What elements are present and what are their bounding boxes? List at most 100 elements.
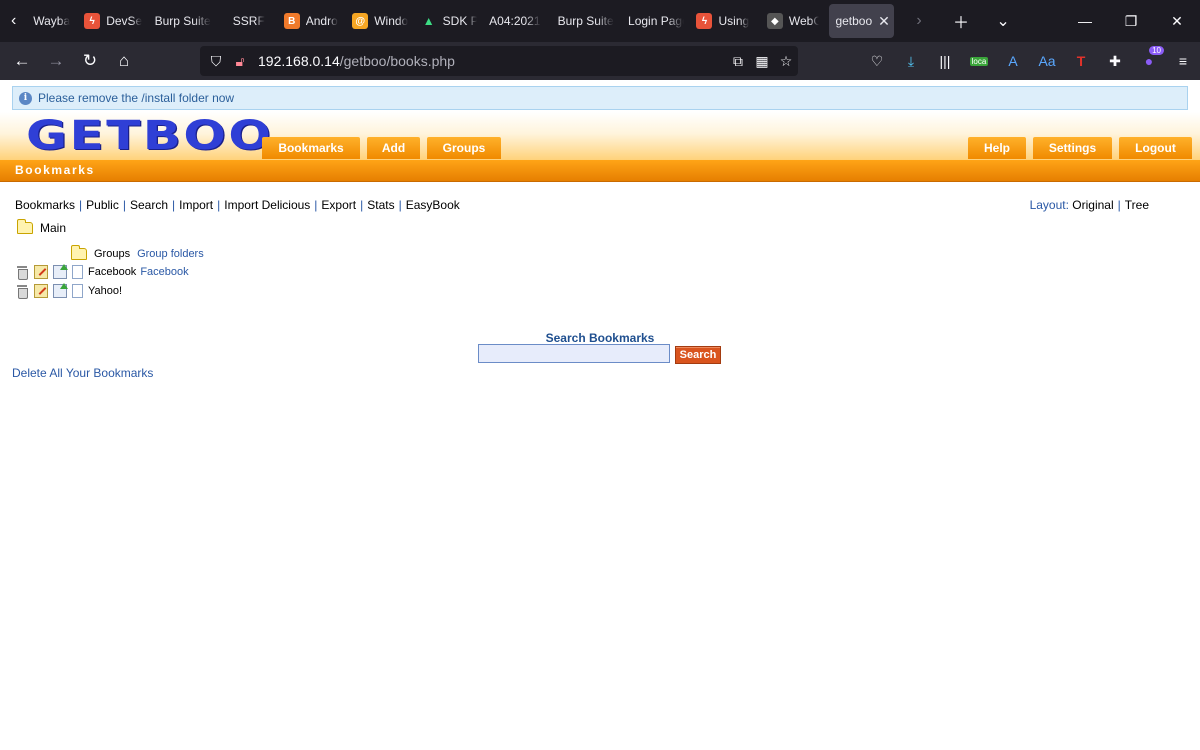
tab-label: Wayba	[33, 14, 71, 28]
bookmark-star-icon[interactable]: ☆	[774, 49, 798, 73]
menu-public-link[interactable]: Public	[86, 198, 119, 212]
tab-label: WebG	[788, 14, 820, 28]
close-window-icon[interactable]: ✕	[1154, 0, 1200, 42]
layout-original-link[interactable]: Original	[1072, 198, 1113, 212]
browser-tab[interactable]: ▲ SDK P	[415, 4, 483, 38]
logout-button[interactable]: Logout	[1119, 137, 1192, 159]
folder-icon	[71, 245, 87, 260]
move-icon[interactable]	[53, 283, 68, 298]
nav-label: Logout	[1135, 141, 1176, 155]
tab-label: DevSe	[106, 14, 143, 28]
layout-label: Layout:	[1029, 198, 1069, 212]
menu-import-link[interactable]: Import	[179, 198, 213, 212]
browser-tab[interactable]: B Andro	[278, 4, 346, 38]
section-title: Bookmarks	[15, 163, 95, 177]
main-folder-label: Main	[40, 221, 67, 235]
folder-icon	[17, 219, 33, 234]
new-tab-icon[interactable]: ＋	[940, 0, 982, 42]
help-button[interactable]: Help	[968, 137, 1026, 159]
delete-icon[interactable]	[15, 284, 29, 299]
menu-export-link[interactable]: Export	[321, 198, 356, 212]
restore-icon[interactable]: ❐	[1108, 0, 1154, 42]
add-nav-button[interactable]: Add	[367, 137, 420, 159]
search-title: Search Bookmarks	[545, 331, 655, 345]
minimize-icon[interactable]: —	[1062, 0, 1108, 42]
tab-label: Burp Suite	[154, 14, 211, 28]
qr-code-icon[interactable]: ▦	[750, 49, 774, 73]
section-bar: Bookmarks	[0, 160, 1200, 182]
nav-label: Settings	[1048, 141, 1097, 155]
downloads-icon[interactable]: ⤓	[894, 44, 928, 78]
browser-tab[interactable]: SSRF	[227, 4, 278, 38]
close-tab-icon[interactable]: ✕	[878, 13, 890, 30]
reload-icon[interactable]: ↻	[74, 45, 106, 77]
search-input[interactable]	[478, 344, 670, 363]
forward-icon[interactable]: →	[40, 45, 72, 77]
layout-tree-link[interactable]: Tree	[1125, 198, 1149, 212]
menu-stats-link[interactable]: Stats	[367, 198, 394, 212]
home-icon[interactable]: ⌂	[108, 45, 140, 77]
groups-folder-label: Groups	[94, 248, 131, 260]
shield-icon[interactable]: ⛉	[204, 49, 228, 73]
search-button[interactable]: Search	[675, 346, 721, 364]
browser-tab[interactable]: Burp Suite	[552, 4, 622, 38]
delete-all-bookmarks-link[interactable]: Delete All Your Bookmarks	[12, 366, 153, 380]
webgoat-icon: ◆	[766, 13, 783, 29]
settings-button[interactable]: Settings	[1033, 137, 1112, 159]
android-icon: ▲	[422, 14, 435, 28]
delete-icon[interactable]	[15, 265, 29, 280]
move-icon[interactable]	[53, 264, 68, 279]
url-path: /getboo/books.php	[339, 53, 455, 69]
menu-import-delicious-link[interactable]: Import Delicious	[224, 198, 310, 212]
bookmarks-nav-button[interactable]: Bookmarks	[262, 137, 360, 159]
insecure-lock-icon[interactable]: 🔓︎	[228, 49, 252, 73]
purple-extension-icon[interactable]: ● 10	[1132, 44, 1166, 78]
tab-label: Login Page	[628, 14, 685, 28]
site-header: GETBOO Bookmarks Add Groups Help Setting…	[0, 112, 1200, 160]
layout-switcher: Layout: Original | Tree	[1029, 198, 1149, 212]
nav-label: Groups	[442, 141, 486, 155]
translate-extension-icon[interactable]: A	[996, 44, 1030, 78]
url-bar[interactable]: ⛉ 🔓︎ 192.168.0.14/getboo/books.php ⧉ ▦ ☆	[200, 46, 798, 76]
tab-label: getboo	[835, 14, 873, 28]
t-extension-icon[interactable]: T	[1064, 44, 1098, 78]
language-extension-icon[interactable]: Aa	[1030, 44, 1064, 78]
tab-label: Andro	[305, 14, 338, 28]
bookmark-title[interactable]: Yahoo!	[88, 285, 122, 297]
pocket-icon[interactable]: ♡	[860, 44, 894, 78]
navigation-toolbar: ← → ↻ ⌂ ⛉ 🔓︎ 192.168.0.14/getboo/books.p…	[0, 42, 1200, 80]
tabs-scroll-right-icon[interactable]: ›	[898, 0, 940, 42]
browser-tab-active[interactable]: getboo ✕	[829, 4, 895, 38]
groups-nav-button[interactable]: Groups	[427, 137, 501, 159]
browser-tab[interactable]: A04:2021	[483, 4, 551, 38]
groups-folder[interactable]: Groups Group folders	[71, 245, 204, 260]
browser-tab[interactable]: @ Windo	[346, 4, 414, 38]
menu-search-link[interactable]: Search	[130, 198, 168, 212]
back-icon[interactable]: ←	[6, 45, 38, 77]
local-extension-label: loca	[969, 56, 989, 66]
bookmark-link[interactable]: Facebook	[140, 266, 188, 278]
extensions-icon[interactable]: ✚	[1098, 44, 1132, 78]
edit-icon[interactable]	[34, 284, 48, 298]
menu-icon[interactable]: ≡	[1166, 44, 1200, 78]
browser-tab[interactable]: Wayba	[27, 4, 78, 38]
browser-tab[interactable]: Burp Suite	[149, 4, 227, 38]
translate-icon[interactable]: ⧉	[726, 49, 750, 73]
main-folder[interactable]: Main	[17, 219, 67, 235]
blogger-icon: B	[283, 13, 300, 29]
browser-tab[interactable]: ϟ Using	[690, 4, 760, 38]
edit-icon[interactable]	[34, 265, 48, 279]
browser-tab[interactable]: Login Page	[622, 4, 690, 38]
url-text[interactable]: 192.168.0.14/getboo/books.php	[258, 53, 455, 69]
tabs-scroll-left-icon[interactable]: ‹	[0, 0, 27, 42]
menu-bookmarks-link[interactable]: Bookmarks	[15, 198, 75, 212]
tab-label: Burp Suite	[557, 14, 614, 28]
library-icon[interactable]: |||	[928, 44, 962, 78]
browser-tab[interactable]: ◆ WebG	[761, 4, 826, 38]
browser-tab[interactable]: ϟ DevSe	[78, 4, 148, 38]
menu-easybook-link[interactable]: EasyBook	[406, 198, 460, 212]
local-extension-icon[interactable]: loca	[962, 44, 996, 78]
getboo-logo[interactable]: GETBOO	[26, 114, 273, 158]
list-tabs-icon[interactable]: ⌄	[982, 0, 1024, 42]
group-folders-link[interactable]: Group folders	[137, 248, 204, 260]
